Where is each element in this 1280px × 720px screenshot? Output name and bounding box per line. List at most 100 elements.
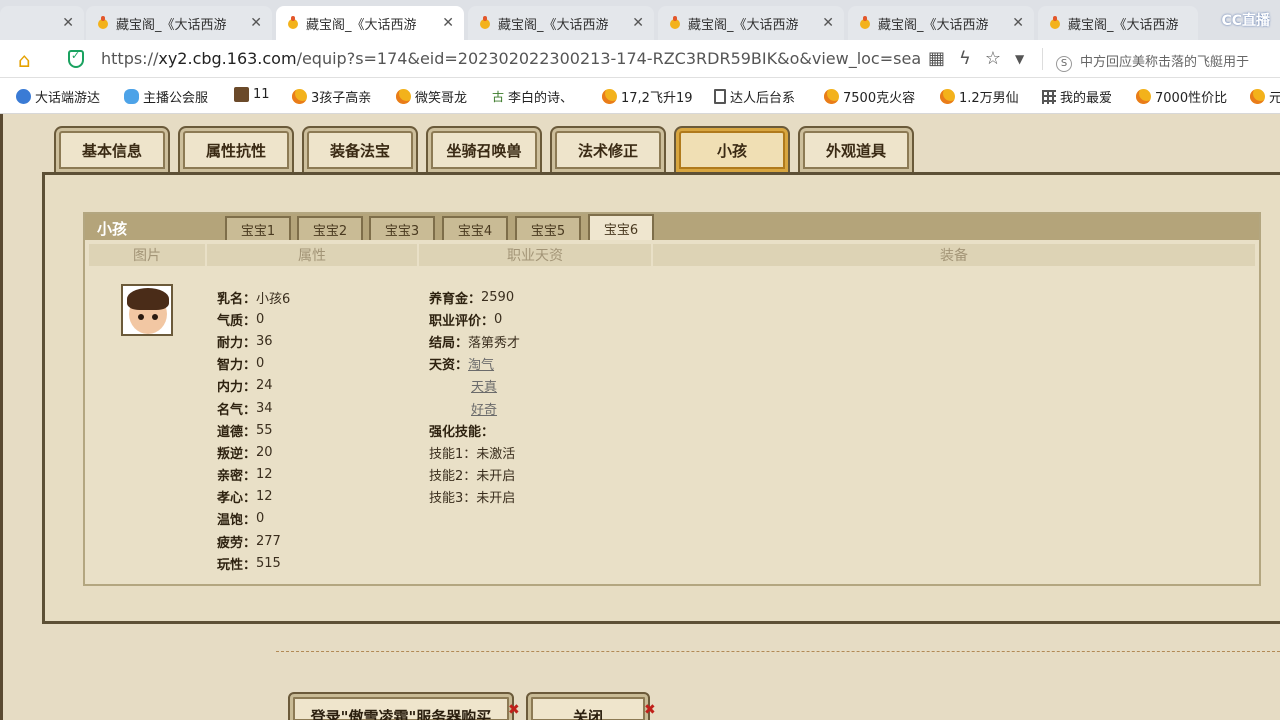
address-actions: ▦ ϟ ☆ ▼ xyxy=(928,48,1024,69)
globe-icon xyxy=(16,89,31,104)
career-key: 天资： xyxy=(429,358,469,374)
browser-tab-0[interactable]: ✕ xyxy=(0,6,84,40)
attr-value: 36 xyxy=(256,333,273,349)
bookmark-4[interactable]: 微笑哥龙 xyxy=(396,87,467,106)
attr-value: 0 xyxy=(256,511,265,527)
attr-key: 亲密： xyxy=(217,469,257,485)
child-panel-title: 小孩 xyxy=(97,220,128,238)
attr-filial-piety: 孝心： 12 xyxy=(217,486,290,508)
login-server-buy-button[interactable]: 登录"傲雪凌霜"服务器购买 xyxy=(288,692,514,720)
home-icon[interactable]: ⌂ xyxy=(18,48,31,72)
url-field[interactable]: https://xy2.cbg.163.com/equip?s=174&eid=… xyxy=(101,49,921,68)
career-fund: 养育金： 2590 xyxy=(429,286,520,308)
attr-key: 道德： xyxy=(217,424,257,440)
tab-label: 装备法宝 xyxy=(329,141,390,160)
attr-key: 名气： xyxy=(217,402,257,418)
bookmark-11[interactable]: 7000性价比 xyxy=(1136,87,1227,106)
career-ending: 结局： 落第秀才 xyxy=(429,330,520,352)
tab-close-icon[interactable]: ✕ xyxy=(436,15,454,31)
tab-basic-info[interactable]: 基本信息 xyxy=(54,126,170,172)
tab-label: 小孩 xyxy=(716,141,747,160)
attr-value: 55 xyxy=(256,422,273,438)
subtab-baby-3[interactable]: 宝宝3 xyxy=(369,216,435,240)
career-key: 职业评价： xyxy=(429,313,495,329)
browser-tab-1[interactable]: 藏宝阁_《大话西游 ✕ xyxy=(86,6,272,40)
lightning-icon[interactable]: ϟ xyxy=(959,48,971,69)
tab-attributes[interactable]: 属性抗性 xyxy=(178,126,294,172)
tab-close-icon[interactable]: ✕ xyxy=(244,15,262,31)
column-header-attributes: 属性 xyxy=(207,244,417,266)
subtab-label: 宝宝6 xyxy=(603,222,639,238)
subtab-baby-1[interactable]: 宝宝1 xyxy=(225,216,291,240)
tab-mounts-pets[interactable]: 坐骑召唤兽 xyxy=(426,126,542,172)
column-label: 图片 xyxy=(133,248,161,264)
subtab-label: 宝宝1 xyxy=(240,223,276,239)
address-bar: ⌂ https://xy2.cbg.163.com/equip?s=174&ei… xyxy=(0,40,1280,78)
browser-tab-6[interactable]: 藏宝阁_《大话西游 xyxy=(1038,6,1198,40)
career-value: 落第秀才 xyxy=(468,335,521,351)
subtab-baby-6[interactable]: 宝宝6 xyxy=(588,214,654,240)
bookmark-label: 达人后台系 xyxy=(730,91,796,106)
chick-icon xyxy=(602,89,617,104)
browser-tab-3[interactable]: 藏宝阁_《大话西游 ✕ xyxy=(468,6,654,40)
tab-label: 基本信息 xyxy=(81,141,142,160)
bookmark-12[interactable]: 元 xyxy=(1250,87,1280,106)
qr-code-icon[interactable]: ▦ xyxy=(928,48,945,69)
skill-value: 未激活 xyxy=(476,446,516,462)
talent-link[interactable]: 天真 xyxy=(471,376,497,395)
talent-link[interactable]: 淘气 xyxy=(468,354,494,373)
tab-close-icon[interactable]: ✕ xyxy=(56,15,74,31)
attr-value: 0 xyxy=(256,356,265,372)
attribute-list: 乳名： 小孩6 气质： 0 耐力： 36 智力： 0 内力： 24 名气： 34 道德： 55… xyxy=(217,286,290,574)
tab-appearance[interactable]: 外观道具 xyxy=(798,126,914,172)
bookmark-10[interactable]: 我的最爱 xyxy=(1042,87,1112,106)
bookmark-9[interactable]: 1.2万男仙 xyxy=(940,87,1019,106)
chevron-down-icon[interactable]: ▼ xyxy=(1015,48,1024,69)
bookmark-6[interactable]: 17,2飞升19 xyxy=(602,87,693,106)
column-label: 职业天资 xyxy=(507,248,563,264)
button-label: 登录"傲雪凌霜"服务器购买 xyxy=(310,708,492,720)
subtab-baby-4[interactable]: 宝宝4 xyxy=(442,216,508,240)
attr-temperament: 气质： 0 xyxy=(217,308,290,330)
browser-tab-5[interactable]: 藏宝阁_《大话西游 ✕ xyxy=(848,6,1034,40)
bookmark-1[interactable]: 主播公会服 xyxy=(124,87,208,106)
tab-child[interactable]: 小孩 xyxy=(674,126,790,172)
tab-close-icon[interactable]: ✕ xyxy=(626,15,644,31)
security-shield-icon[interactable] xyxy=(68,49,84,68)
page-content: 基本信息 属性抗性 装备法宝 坐骑召唤兽 法术修正 小孩 外观道具 小孩 宝宝1… xyxy=(0,114,1280,720)
tab-spell-correction[interactable]: 法术修正 xyxy=(550,126,666,172)
bookmark-label: 我的最爱 xyxy=(1060,91,1113,106)
chick-icon xyxy=(824,89,839,104)
column-header-equipment: 装备 xyxy=(653,244,1255,266)
attr-value: 20 xyxy=(256,444,273,460)
career-skills-header: 强化技能： xyxy=(429,419,520,441)
bookmark-8[interactable]: 7500克火容 xyxy=(824,87,915,106)
bookmark-7[interactable]: 达人后台系 xyxy=(714,87,795,106)
browser-tab-2-active[interactable]: 藏宝阁_《大话西游 ✕ xyxy=(276,6,464,40)
attr-morality: 道德： 55 xyxy=(217,419,290,441)
bookmark-2[interactable]: 11 xyxy=(234,87,270,102)
news-ticker[interactable]: S 中方回应美称击落的飞艇用于 xyxy=(1056,51,1249,72)
star-icon[interactable]: ☆ xyxy=(985,48,1001,69)
bookmark-label: 7000性价比 xyxy=(1155,91,1228,106)
tab-close-icon[interactable]: ✕ xyxy=(1006,15,1024,31)
subtab-baby-2[interactable]: 宝宝2 xyxy=(297,216,363,240)
column-label: 属性 xyxy=(298,248,326,264)
bookmark-3[interactable]: 3孩子高亲 xyxy=(292,87,371,106)
attr-key: 孝心： xyxy=(217,491,257,507)
tab-equipment[interactable]: 装备法宝 xyxy=(302,126,418,172)
bookmark-5[interactable]: 古李白的诗、 xyxy=(492,87,573,106)
attr-value: 277 xyxy=(256,533,281,549)
tab-close-icon[interactable]: ✕ xyxy=(816,15,834,31)
skill-key: 技能2： xyxy=(429,469,477,485)
talent-link[interactable]: 好奇 xyxy=(471,399,497,418)
browser-tab-4[interactable]: 藏宝阁_《大话西游 ✕ xyxy=(658,6,844,40)
cc-live-badge: CC直播 xyxy=(1221,13,1270,29)
subtab-label: 宝宝5 xyxy=(530,223,566,239)
bookmark-0[interactable]: 大话端游达 xyxy=(16,87,100,106)
cbg-favicon-icon xyxy=(1048,16,1062,30)
close-button[interactable]: 关闭 xyxy=(526,692,650,720)
subtab-baby-5[interactable]: 宝宝5 xyxy=(515,216,581,240)
dashed-divider xyxy=(276,651,1280,652)
button-label: 关闭 xyxy=(572,708,603,720)
